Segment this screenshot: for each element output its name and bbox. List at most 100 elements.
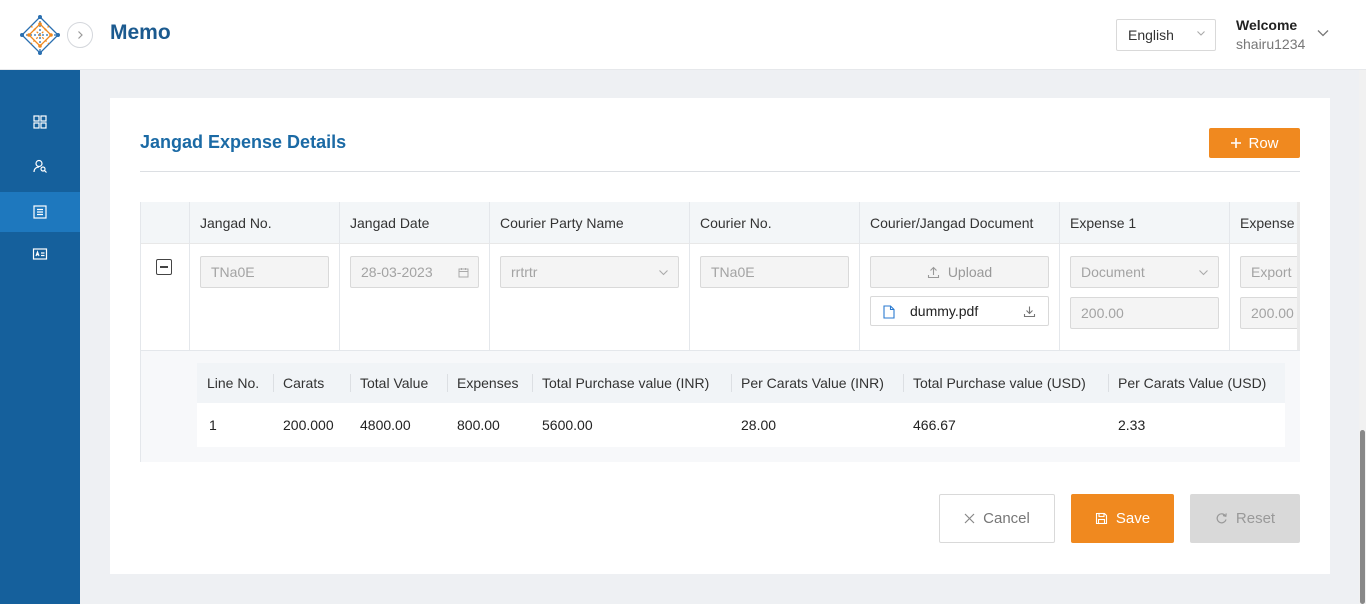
- list-icon: [33, 205, 47, 219]
- cell-divider: [489, 244, 490, 350]
- download-icon[interactable]: [1023, 305, 1036, 318]
- total-value-cell: 4800.00: [360, 417, 411, 433]
- total-purchase-inr-cell: 5600.00: [542, 417, 593, 433]
- column-separator: [1108, 374, 1109, 392]
- sub-column-label: Total Purchase value (INR): [542, 375, 710, 391]
- cancel-label: Cancel: [983, 510, 1030, 527]
- line-no-cell: 1: [209, 417, 217, 433]
- sidebar-item-id-card[interactable]: [0, 234, 80, 274]
- column-header: Jangad Date: [339, 202, 489, 244]
- expense2-type-select[interactable]: Export: [1240, 256, 1300, 288]
- reset-label: Reset: [1235, 510, 1276, 527]
- cell-divider: [1059, 244, 1060, 350]
- courier-no-input[interactable]: TNa0E: [700, 256, 849, 288]
- line-items-area: Line No. Carats Total Value Expenses Tot…: [141, 350, 1300, 462]
- chevron-down-icon: [1199, 270, 1208, 276]
- cell-divider: [339, 244, 340, 350]
- line-items-header: Line No. Carats Total Value Expenses Tot…: [197, 363, 1285, 403]
- sidebar-item-users[interactable]: [0, 146, 80, 186]
- expenses-cell: 800.00: [457, 417, 500, 433]
- id-card-icon: [32, 248, 48, 260]
- cell-divider: [1229, 244, 1230, 350]
- cancel-button[interactable]: Cancel: [939, 494, 1055, 543]
- reset-button[interactable]: Reset: [1190, 494, 1300, 543]
- sub-column-header: Total Purchase value (INR): [532, 363, 710, 403]
- courier-party-select[interactable]: rrtrtr: [500, 256, 679, 288]
- jangad-no-input[interactable]: TNa0E: [200, 256, 329, 288]
- expense1-type-select[interactable]: Document: [1070, 256, 1219, 288]
- dashboard-icon: [33, 115, 47, 129]
- username-label: shairu1234: [1236, 36, 1306, 52]
- sidebar-item-list[interactable]: [0, 192, 80, 232]
- expense-card: Jangad Expense Details Row Jangad No. Ja…: [110, 98, 1330, 574]
- user-search-icon: [33, 159, 47, 173]
- column-separator: [532, 374, 533, 392]
- expense-table: Jangad No. Jangad Date Courier Party Nam…: [140, 202, 1300, 462]
- column-header: Courier No.: [689, 202, 859, 244]
- chevron-right-icon: [78, 31, 83, 39]
- column-header: Jangad No.: [189, 202, 339, 244]
- save-label: Save: [1115, 510, 1151, 527]
- sub-column-label: Total Purchase value (USD): [913, 375, 1086, 391]
- expense1-value-input[interactable]: 200.00: [1070, 297, 1219, 329]
- calendar-icon: [458, 268, 469, 278]
- close-icon: [964, 513, 975, 524]
- sub-column-header: Carats: [273, 363, 325, 403]
- language-select[interactable]: English: [1116, 19, 1216, 51]
- file-icon: [883, 305, 895, 319]
- page-scrollbar[interactable]: [1359, 70, 1366, 604]
- sidebar-toggle-button[interactable]: [67, 22, 93, 48]
- column-separator: [273, 374, 274, 392]
- upload-label: Upload: [947, 264, 993, 280]
- sidebar-item-dashboard[interactable]: [0, 102, 80, 142]
- reset-icon: [1216, 513, 1227, 524]
- table-row: 1 200.000 4800.00 800.00 5600.00 28.00 4…: [197, 403, 1285, 447]
- table-header: Jangad No. Jangad Date Courier Party Nam…: [141, 202, 1300, 244]
- app-logo-icon[interactable]: [20, 15, 60, 55]
- divider: [140, 171, 1300, 172]
- expense2-value-input[interactable]: 200.00: [1240, 297, 1300, 329]
- column-header: Expense 2: [1229, 202, 1300, 244]
- welcome-label: Welcome: [1236, 17, 1298, 33]
- sidebar: [0, 70, 80, 604]
- column-separator: [447, 374, 448, 392]
- expense1-type-value: Document: [1081, 264, 1145, 280]
- sub-column-label: Total Value: [360, 375, 429, 391]
- chevron-down-icon: [1197, 31, 1205, 36]
- page-title: Memo: [110, 21, 171, 44]
- sub-column-label: Carats: [283, 375, 325, 391]
- upload-button[interactable]: Upload: [870, 256, 1049, 288]
- save-button[interactable]: Save: [1071, 494, 1174, 543]
- column-header: Courier Party Name: [489, 202, 689, 244]
- courier-party-value: rrtrtr: [511, 264, 538, 280]
- sub-column-label: Per Carats Value (USD): [1118, 375, 1267, 391]
- cell-divider: [189, 244, 190, 350]
- jangad-date-input[interactable]: 28-03-2023: [350, 256, 479, 288]
- save-icon: [1095, 512, 1107, 525]
- column-separator: [731, 374, 732, 392]
- top-bar: Memo English Welcome shairu1234: [0, 0, 1366, 70]
- add-row-button[interactable]: Row: [1209, 128, 1300, 158]
- line-items-table: Line No. Carats Total Value Expenses Tot…: [197, 363, 1285, 447]
- sub-column-header: Line No.: [207, 363, 259, 403]
- carats-cell: 200.000: [283, 417, 334, 433]
- section-title: Jangad Expense Details: [140, 132, 347, 152]
- language-select-value: English: [1128, 27, 1174, 43]
- sub-column-header: Per Carats Value (INR): [731, 363, 884, 403]
- sub-column-label: Expenses: [457, 375, 519, 391]
- total-purchase-usd-cell: 466.67: [913, 417, 956, 433]
- sub-column-header: Expenses: [447, 363, 519, 403]
- collapse-row-icon[interactable]: [156, 259, 172, 275]
- user-menu-chevron-icon[interactable]: [1316, 26, 1330, 40]
- sub-column-header: Total Purchase value (USD): [903, 363, 1086, 403]
- chevron-down-icon: [659, 270, 668, 276]
- scroll-shadow: [1297, 202, 1300, 350]
- column-header: Courier/Jangad Document: [859, 202, 1059, 244]
- jangad-date-value: 28-03-2023: [361, 264, 433, 280]
- page-scrollbar-thumb[interactable]: [1360, 430, 1365, 604]
- plus-icon: [1231, 138, 1242, 148]
- sub-column-header: Total Value: [350, 363, 429, 403]
- column-separator: [903, 374, 904, 392]
- sub-column-header: Per Carats Value (USD): [1108, 363, 1267, 403]
- uploaded-file-item[interactable]: dummy.pdf: [870, 296, 1049, 326]
